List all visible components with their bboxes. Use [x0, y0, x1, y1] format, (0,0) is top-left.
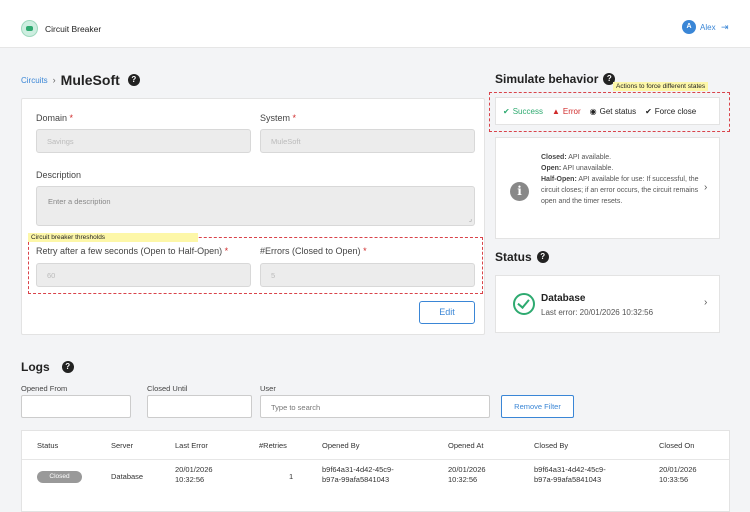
- row-last-error: 20/01/2026 10:32:56: [175, 465, 213, 484]
- states-info-card[interactable]: i Closed: API available. Open: API unava…: [495, 137, 720, 239]
- simulate-title: Simulate behavior ?: [495, 72, 616, 86]
- user-filter-label: User: [260, 384, 276, 393]
- remove-filter-button[interactable]: Remove Filter: [501, 395, 574, 418]
- column-header[interactable]: #Retries: [259, 441, 287, 450]
- description-label: Description: [36, 170, 82, 180]
- breadcrumb-separator: ›: [52, 75, 56, 85]
- status-title-text: Status: [495, 250, 532, 264]
- simulate-title-text: Simulate behavior: [495, 72, 599, 86]
- system-field[interactable]: MuleSoft: [260, 129, 475, 153]
- column-header[interactable]: Closed By: [534, 441, 568, 450]
- domain-field[interactable]: Savings: [36, 129, 251, 153]
- help-icon[interactable]: ?: [127, 74, 140, 86]
- user-name[interactable]: Alex: [700, 23, 716, 32]
- get-status-action[interactable]: ◉ Get status: [590, 107, 636, 116]
- simulate-annotation: Actions to force different states: [613, 82, 709, 91]
- logs-title-text: Logs: [21, 360, 50, 374]
- row-retries: 1: [289, 472, 294, 481]
- breadcrumb-link-circuits[interactable]: Circuits: [21, 76, 48, 85]
- app-logo-icon: [21, 20, 38, 37]
- errors-count-field[interactable]: 5: [260, 263, 475, 287]
- help-icon[interactable]: ?: [61, 361, 74, 373]
- errors-label: #Errors (Closed to Open) *: [260, 246, 367, 256]
- description-textarea[interactable]: Enter a description ⌟: [36, 186, 475, 226]
- simulate-actions-bar: ✔ Success ▲ Error ◉ Get status ✔ Force close: [495, 97, 720, 125]
- column-header[interactable]: Server: [111, 441, 133, 450]
- opened-from-label: Opened From: [21, 384, 68, 393]
- error-action[interactable]: ▲ Error: [552, 107, 581, 116]
- domain-label: Domain *: [36, 113, 74, 123]
- closed-until-input[interactable]: [147, 395, 252, 418]
- user-avatar[interactable]: A: [682, 20, 696, 34]
- column-header[interactable]: Closed On: [659, 441, 694, 450]
- thresholds-annotation: Circuit breaker thresholds: [28, 233, 198, 242]
- status-last-error: Last error: 20/01/2026 10:32:56: [541, 308, 654, 317]
- retry-seconds-field[interactable]: 60: [36, 263, 251, 287]
- status-server-name: Database: [541, 293, 586, 304]
- force-close-action[interactable]: ✔ Force close: [645, 107, 696, 116]
- row-closed-by: b9f64a31-4d42-45c9- b97a-99afa5841043: [534, 465, 606, 484]
- description-placeholder: Enter a description: [48, 197, 111, 206]
- row-server: Database: [111, 472, 144, 481]
- help-icon[interactable]: ?: [536, 251, 549, 263]
- states-info-text: Closed: API available. Open: API unavail…: [541, 154, 699, 205]
- status-badge: Closed: [37, 471, 82, 483]
- resize-grip-icon[interactable]: ⌟: [469, 215, 472, 223]
- chevron-right-icon[interactable]: ›: [704, 182, 707, 193]
- row-opened-by: b9f64a31-4d42-45c9- b97a-99afa5841043: [322, 465, 394, 484]
- header-divider: [22, 459, 729, 460]
- column-header[interactable]: Opened By: [322, 441, 360, 450]
- eye-icon: ◉: [589, 106, 597, 116]
- logs-title: Logs ?: [21, 360, 74, 374]
- row-opened-at: 20/01/2026 10:32:56: [448, 465, 486, 484]
- app-title: Circuit Breaker: [45, 24, 102, 34]
- closed-until-label: Closed Until: [147, 384, 188, 393]
- status-card[interactable]: Database Last error: 20/01/2026 10:32:56…: [495, 275, 720, 333]
- top-bar: Circuit Breaker A Alex ⇥: [0, 0, 750, 48]
- column-header[interactable]: Opened At: [448, 441, 483, 450]
- success-action[interactable]: ✔ Success: [503, 107, 543, 116]
- column-header[interactable]: Last Error: [175, 441, 208, 450]
- opened-from-input[interactable]: [21, 395, 131, 418]
- column-header[interactable]: Status: [37, 441, 58, 450]
- check-circle-icon: ✔: [503, 106, 510, 116]
- info-icon: i: [510, 182, 529, 201]
- logs-table: Status Server Last Error #Retries Opened…: [21, 430, 730, 512]
- edit-button[interactable]: Edit: [419, 301, 475, 324]
- page-title: MuleSoft: [60, 72, 120, 88]
- system-label: System *: [260, 113, 297, 123]
- logout-icon[interactable]: ⇥: [721, 22, 729, 33]
- breadcrumb: Circuits › MuleSoft ?: [21, 72, 140, 88]
- check-icon: ✔: [645, 106, 652, 116]
- user-search-input[interactable]: Type to search: [260, 395, 490, 418]
- warning-icon: ▲: [551, 106, 560, 116]
- chevron-right-icon[interactable]: ›: [704, 297, 707, 308]
- retry-label: Retry after a few seconds (Open to Half-…: [36, 246, 229, 256]
- status-title: Status ?: [495, 250, 549, 264]
- row-closed-on: 20/01/2026 10:33:56: [659, 465, 697, 484]
- check-circle-icon: [513, 293, 535, 315]
